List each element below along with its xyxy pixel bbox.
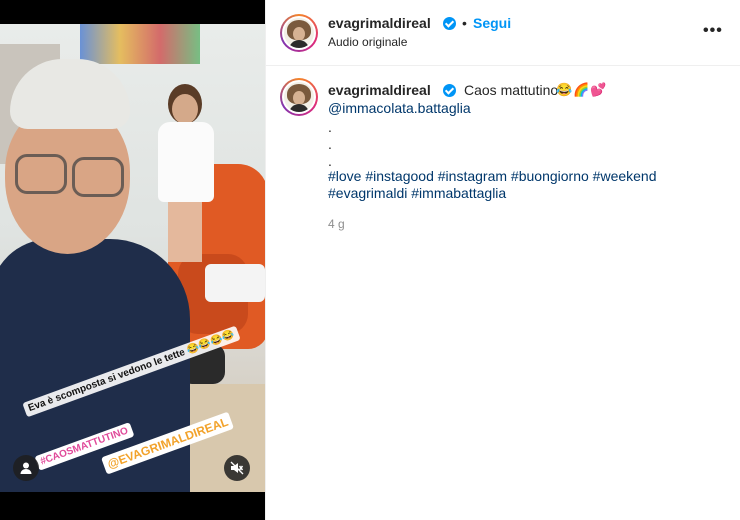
- hashtag-link[interactable]: #buongiorno: [511, 168, 589, 184]
- post-header: evagrimaldireal • Segui Audio originale …: [266, 0, 740, 66]
- hashtag-link[interactable]: #evagrimaldi: [328, 185, 407, 201]
- header-username[interactable]: evagrimaldireal: [328, 15, 431, 31]
- hashtags-line-2: #evagrimaldi #immabattaglia: [328, 185, 506, 202]
- caption-dot-3: .: [328, 153, 332, 169]
- video-panel[interactable]: Eva è scomposta si vedono le tette 😂😂😂😂 …: [0, 0, 265, 520]
- letterbox-top: [0, 0, 265, 24]
- video-frame[interactable]: Eva è scomposta si vedono le tette 😂😂😂😂 …: [0, 24, 265, 492]
- emoji-rainbow-icon: 🌈: [573, 82, 590, 97]
- follow-button[interactable]: Segui: [473, 15, 511, 31]
- caption-text: Caos mattutino: [464, 82, 559, 98]
- person-foreground: [0, 59, 190, 492]
- avatar[interactable]: [280, 14, 318, 52]
- mention-link[interactable]: @immacolata.battaglia: [328, 100, 471, 116]
- caption-verified-badge-icon: [443, 84, 456, 97]
- caption-dot-2: .: [328, 136, 332, 152]
- hashtags-line-1: #love #instagood #instagram #buongiorno …: [328, 168, 657, 185]
- hashtag-link[interactable]: #instagram: [438, 168, 507, 184]
- hashtag-link[interactable]: #immabattaglia: [411, 185, 506, 201]
- emoji-hearts-icon: 💕: [590, 82, 607, 97]
- letterbox-bottom: [0, 492, 265, 520]
- post-details-panel: evagrimaldireal • Segui Audio originale …: [265, 0, 740, 520]
- instagram-post-modal: Eva è scomposta si vedono le tette 😂😂😂😂 …: [0, 0, 740, 520]
- separator-dot: •: [462, 15, 467, 31]
- emoji-laughing-icon: 😂: [556, 82, 573, 97]
- caption-avatar[interactable]: [280, 78, 318, 116]
- verified-badge-icon: [443, 17, 456, 30]
- clothes-on-chair: [205, 264, 265, 302]
- wall-painting: [80, 24, 200, 64]
- hashtag-link[interactable]: #love: [328, 168, 361, 184]
- more-options-icon[interactable]: •••: [703, 22, 723, 40]
- caption-dot-1: .: [328, 119, 332, 135]
- caption-username[interactable]: evagrimaldireal: [328, 82, 431, 98]
- muted-speaker-icon[interactable]: [224, 455, 250, 481]
- hashtag-link[interactable]: #weekend: [593, 168, 657, 184]
- hashtag-link[interactable]: #instagood: [365, 168, 434, 184]
- audio-link[interactable]: Audio originale: [328, 35, 407, 49]
- user-tags-icon[interactable]: [13, 455, 39, 481]
- post-timestamp[interactable]: 4 g: [328, 217, 345, 231]
